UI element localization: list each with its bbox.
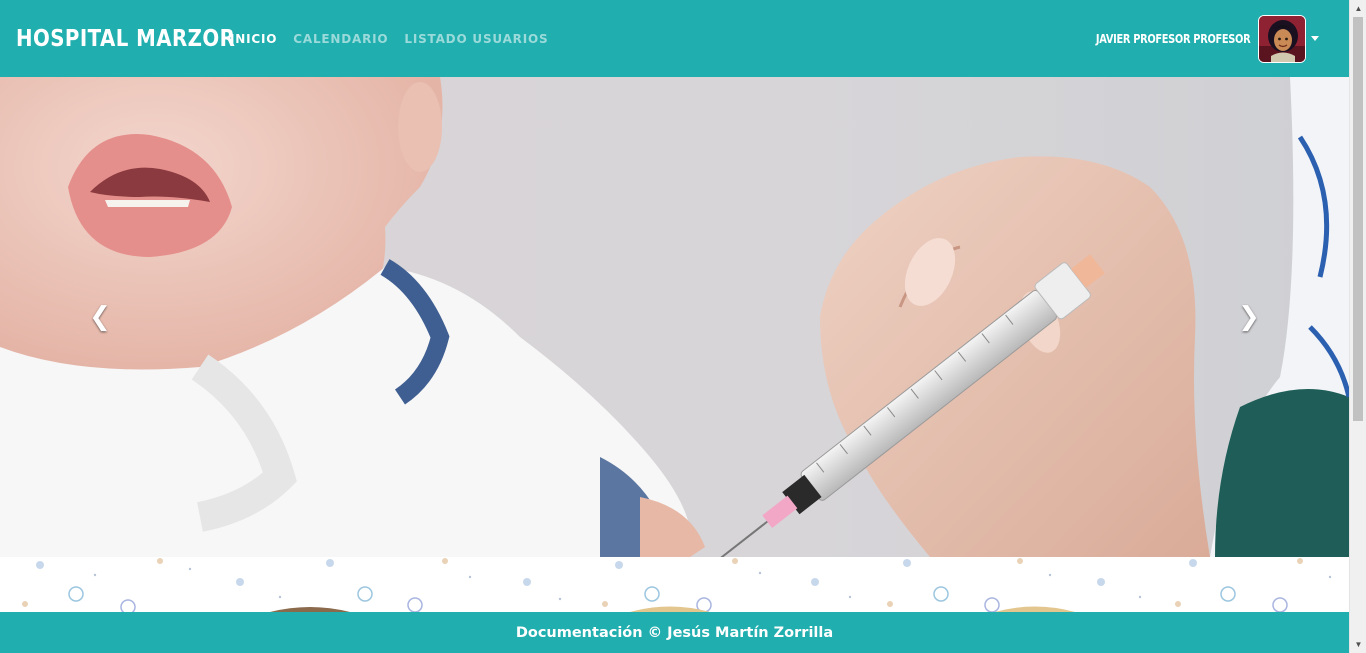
chevron-left-icon: ❮ xyxy=(89,302,111,332)
nav-links: INICIO CALENDARIO LISTADO USUARIOS xyxy=(230,32,548,46)
decorative-pattern-section xyxy=(0,557,1349,612)
vertical-scrollbar[interactable]: ▲ ▼ xyxy=(1349,0,1366,653)
user-avatar[interactable] xyxy=(1258,14,1306,63)
chevron-right-icon: ❯ xyxy=(1238,302,1260,332)
footer-credits: Documentación © Jesús Martín Zorrilla xyxy=(515,624,834,641)
user-name: JAVIER PROFESOR PROFESOR xyxy=(1095,31,1251,46)
scroll-down-arrow-icon[interactable]: ▼ xyxy=(1350,636,1366,653)
carousel-next-button[interactable]: ❯ xyxy=(1149,77,1349,557)
avatar-image xyxy=(1259,15,1305,62)
brand-logo[interactable]: HOSPITAL MARZOR xyxy=(16,26,235,52)
nav-link-listado-usuarios[interactable]: LISTADO USUARIOS xyxy=(404,32,548,46)
scroll-thumb[interactable] xyxy=(1353,17,1363,421)
nav-link-calendario[interactable]: CALENDARIO xyxy=(293,32,388,46)
caret-down-icon xyxy=(1311,36,1319,41)
footer: Documentación © Jesús Martín Zorrilla xyxy=(0,612,1349,653)
scroll-up-arrow-icon[interactable]: ▲ xyxy=(1350,0,1366,17)
nav-link-inicio[interactable]: INICIO xyxy=(230,32,277,46)
user-menu-toggle[interactable]: JAVIER PROFESOR PROFESOR xyxy=(1062,14,1319,63)
virus-pattern-background xyxy=(22,558,1332,612)
image-carousel: ❮ ❯ xyxy=(0,77,1349,557)
navbar: HOSPITAL MARZOR INICIO CALENDARIO LISTAD… xyxy=(0,0,1349,77)
carousel-slide-image xyxy=(0,77,1349,557)
carousel-prev-button[interactable]: ❮ xyxy=(0,77,200,557)
